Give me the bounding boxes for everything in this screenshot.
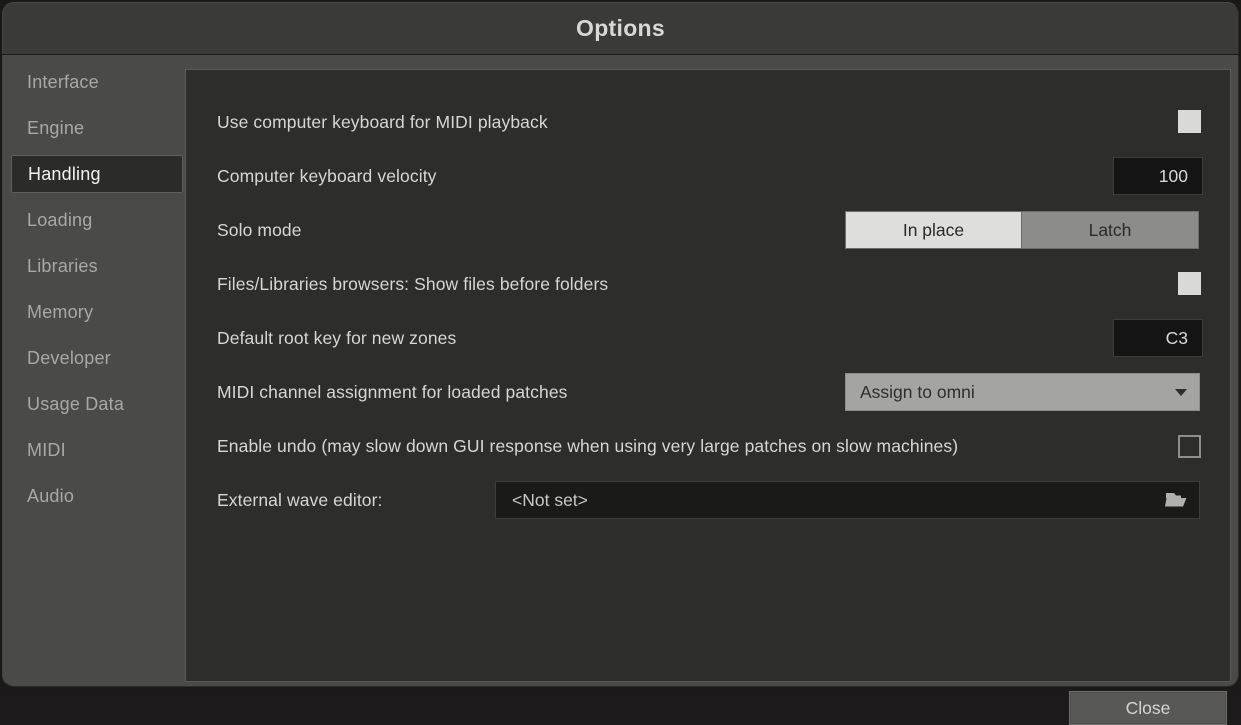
sidebar-item-loading[interactable]: Loading bbox=[11, 201, 183, 239]
sidebar-item-label: Audio bbox=[27, 486, 74, 507]
setting-label: External wave editor: bbox=[217, 490, 383, 511]
sidebar-item-engine[interactable]: Engine bbox=[11, 109, 183, 147]
midi-channel-assignment-value: Assign to omni bbox=[860, 382, 1175, 403]
setting-row-solo-mode: Solo mode In place Latch bbox=[186, 203, 1230, 257]
setting-row-default-root-key: Default root key for new zones C3 bbox=[186, 311, 1230, 365]
setting-label: Files/Libraries browsers: Show files bef… bbox=[217, 274, 608, 295]
solo-mode-option-latch[interactable]: Latch bbox=[1022, 211, 1199, 249]
solo-mode-option-label: Latch bbox=[1089, 220, 1132, 241]
setting-row-keyboard-velocity: Computer keyboard velocity 100 bbox=[186, 149, 1230, 203]
keyboard-velocity-value: 100 bbox=[1159, 166, 1188, 187]
sidebar-item-interface[interactable]: Interface bbox=[11, 63, 183, 101]
solo-mode-segmented-control: In place Latch bbox=[845, 211, 1199, 249]
sidebar-item-midi[interactable]: MIDI bbox=[11, 431, 183, 469]
sidebar-item-label: Engine bbox=[27, 118, 84, 139]
sidebar-item-handling[interactable]: Handling bbox=[11, 155, 183, 193]
sidebar-item-label: Usage Data bbox=[27, 394, 124, 415]
settings-content-panel: Use computer keyboard for MIDI playback … bbox=[185, 69, 1231, 682]
solo-mode-option-in-place[interactable]: In place bbox=[845, 211, 1022, 249]
show-files-before-folders-checkbox[interactable] bbox=[1178, 272, 1201, 295]
sidebar-item-usage-data[interactable]: Usage Data bbox=[11, 385, 183, 423]
keyboard-velocity-input[interactable]: 100 bbox=[1113, 157, 1203, 195]
dialog-titlebar: Options bbox=[2, 2, 1239, 54]
default-root-key-value: C3 bbox=[1166, 328, 1188, 349]
sidebar-item-label: Libraries bbox=[27, 256, 98, 277]
sidebar-item-label: Handling bbox=[28, 164, 101, 185]
default-root-key-input[interactable]: C3 bbox=[1113, 319, 1203, 357]
sidebar-item-label: Loading bbox=[27, 210, 92, 231]
solo-mode-option-label: In place bbox=[903, 220, 964, 241]
setting-row-computer-keyboard-midi: Use computer keyboard for MIDI playback bbox=[186, 95, 1230, 149]
sidebar-item-label: Interface bbox=[27, 72, 99, 93]
dialog-body: Interface Engine Handling Loading Librar… bbox=[2, 55, 1239, 687]
setting-row-enable-undo: Enable undo (may slow down GUI response … bbox=[186, 419, 1230, 473]
setting-label: Default root key for new zones bbox=[217, 328, 456, 349]
setting-row-midi-channel-assignment: MIDI channel assignment for loaded patch… bbox=[186, 365, 1230, 419]
dialog-title: Options bbox=[576, 15, 665, 42]
enable-undo-checkbox[interactable] bbox=[1178, 435, 1201, 458]
computer-keyboard-midi-checkbox[interactable] bbox=[1178, 110, 1201, 133]
sidebar-item-developer[interactable]: Developer bbox=[11, 339, 183, 377]
external-wave-editor-input[interactable]: <Not set> bbox=[495, 481, 1200, 519]
close-button[interactable]: Close bbox=[1069, 691, 1227, 725]
sidebar-item-audio[interactable]: Audio bbox=[11, 477, 183, 515]
settings-sidebar: Interface Engine Handling Loading Librar… bbox=[11, 63, 183, 633]
chevron-down-icon bbox=[1175, 389, 1187, 396]
folder-open-icon[interactable] bbox=[1165, 490, 1189, 510]
sidebar-item-label: Memory bbox=[27, 302, 93, 323]
setting-label: Solo mode bbox=[217, 220, 302, 241]
close-button-label: Close bbox=[1126, 698, 1171, 719]
setting-row-external-wave-editor: External wave editor: <Not set> bbox=[186, 473, 1230, 527]
midi-channel-assignment-dropdown[interactable]: Assign to omni bbox=[845, 373, 1200, 411]
setting-label: MIDI channel assignment for loaded patch… bbox=[217, 382, 568, 403]
sidebar-item-label: Developer bbox=[27, 348, 111, 369]
setting-label: Computer keyboard velocity bbox=[217, 166, 437, 187]
setting-label: Use computer keyboard for MIDI playback bbox=[217, 112, 548, 133]
options-dialog: Options Interface Engine Handling Loadin… bbox=[0, 0, 1241, 689]
sidebar-item-libraries[interactable]: Libraries bbox=[11, 247, 183, 285]
sidebar-item-label: MIDI bbox=[27, 440, 66, 461]
external-wave-editor-value: <Not set> bbox=[512, 490, 1165, 511]
setting-row-show-files-before-folders: Files/Libraries browsers: Show files bef… bbox=[186, 257, 1230, 311]
sidebar-item-memory[interactable]: Memory bbox=[11, 293, 183, 331]
setting-label: Enable undo (may slow down GUI response … bbox=[217, 436, 958, 457]
